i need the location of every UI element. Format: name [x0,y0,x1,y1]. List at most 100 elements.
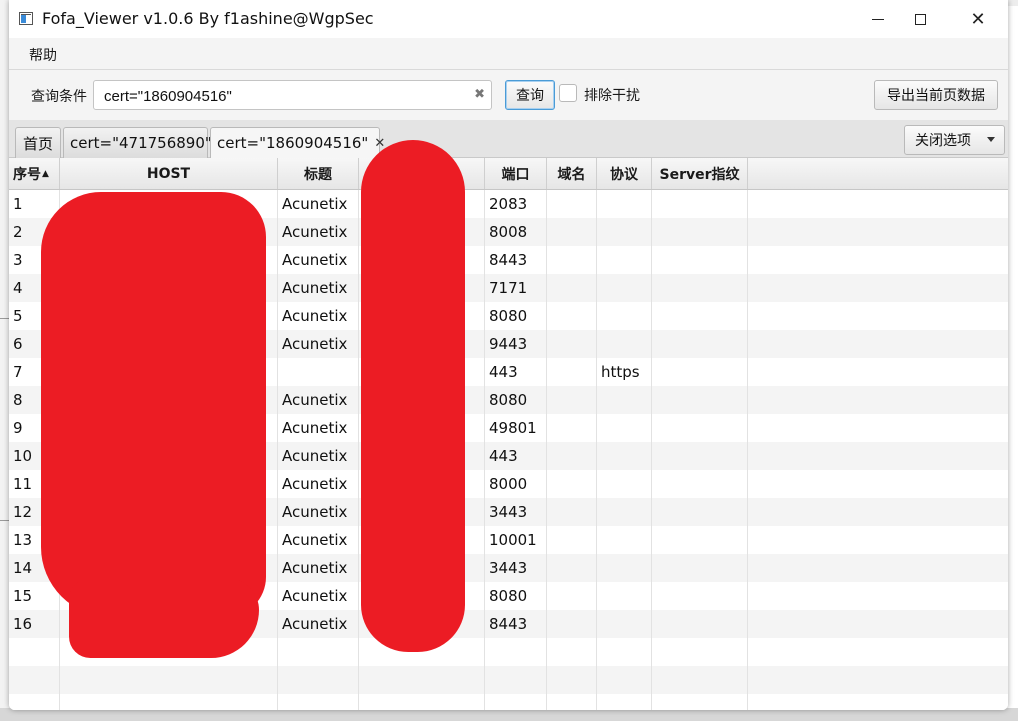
menu-bar: 帮助 [9,38,1008,70]
cell-protocol [597,694,652,710]
clear-icon[interactable]: ✖ [474,87,485,102]
column-header-domain[interactable]: 域名 [547,158,597,189]
cell-server [652,330,748,358]
column-header-server[interactable]: Server指纹 [652,158,748,189]
column-header-host[interactable]: HOST [60,158,278,189]
tab-cert-query[interactable]: cert="471756890" [63,127,212,158]
cell-protocol [597,582,652,610]
cell-protocol [597,554,652,582]
cell-port: 8080 [485,302,547,330]
cell-domain [547,526,597,554]
cell-server [652,694,748,710]
cell-title: Acunetix [278,470,359,498]
cell-server [652,246,748,274]
cell-port [485,638,547,666]
cell-port: 8000 [485,470,547,498]
tab-label: cert="1860904516" [217,134,369,152]
cell-protocol [597,190,652,218]
cell-domain [547,582,597,610]
cell-index [9,666,60,694]
cell-domain [547,302,597,330]
cell-port: 9443 [485,330,547,358]
cell-server [652,470,748,498]
cell-domain [547,274,597,302]
cell-server [652,386,748,414]
cell-title: Acunetix [278,330,359,358]
cell-index: 16 [9,610,60,638]
cell-title: Acunetix [278,190,359,218]
column-header-label: 序号 [13,166,41,183]
cell-title [278,666,359,694]
search-button[interactable]: 查询 [505,80,555,110]
cell-title [278,358,359,386]
column-header-protocol[interactable]: 协议 [597,158,652,189]
exclude-interference-checkbox[interactable] [559,84,577,102]
query-input[interactable] [102,85,466,107]
cell-server [652,442,748,470]
cell-ip [359,694,485,710]
close-options-label: 关闭选项 [915,133,971,149]
cell-port: 443 [485,442,547,470]
menu-help[interactable]: 帮助 [29,45,57,65]
cell-server [652,274,748,302]
cell-protocol [597,246,652,274]
close-icon: ✕ [970,8,986,30]
cell-domain [547,470,597,498]
cell-protocol [597,218,652,246]
cell-title: Acunetix [278,414,359,442]
cell-title: Acunetix [278,498,359,526]
window-title: Fofa_Viewer v1.0.6 By f1ashine@WgpSec [42,9,374,28]
redaction-mark-ip [361,140,465,652]
cell-port: 10001 [485,526,547,554]
tab-label: cert="471756890" [70,134,212,152]
cell-port [485,694,547,710]
cell-domain [547,554,597,582]
cell-domain [547,218,597,246]
cell-title: Acunetix [278,218,359,246]
cell-domain [547,190,597,218]
table-header: 序号▲ HOST 标题 IP 端口 域名 协议 Server指纹 [9,158,1008,190]
cell-domain [547,414,597,442]
cell-title: Acunetix [278,610,359,638]
tab-cert-query-active[interactable]: cert="1860904516" ✕ [210,127,385,158]
cell-port: 8080 [485,386,547,414]
column-header-port[interactable]: 端口 [485,158,547,189]
cell-domain [547,442,597,470]
column-header-index[interactable]: 序号 ▲ [9,158,60,189]
cell-protocol [597,638,652,666]
app-window: Fofa_Viewer v1.0.6 By f1ashine@WgpSec ✕ … [9,0,1008,710]
export-page-button[interactable]: 导出当前页数据 [874,80,998,110]
cell-title [278,638,359,666]
tab-home[interactable]: 首页 [15,127,61,158]
cell-domain [547,694,597,710]
cell-domain [547,610,597,638]
query-field[interactable]: ✖ [93,80,492,110]
chevron-down-icon [987,137,995,142]
exclude-interference-label[interactable]: 排除干扰 [584,85,640,105]
cell-server [652,414,748,442]
query-label: 查询条件 [31,89,87,105]
cell-domain [547,386,597,414]
maximize-icon [914,13,926,25]
column-header-title[interactable]: 标题 [278,158,359,189]
cell-title: Acunetix [278,554,359,582]
cell-port [485,666,547,694]
cell-domain [547,498,597,526]
cell-port: 443 [485,358,547,386]
cell-port: 8443 [485,610,547,638]
cell-domain [547,666,597,694]
close-options-dropdown[interactable]: 关闭选项 [904,125,1005,155]
redaction-mark-host [69,578,259,658]
table-row[interactable] [9,694,1008,710]
cell-title: Acunetix [278,274,359,302]
maximize-button[interactable] [891,0,949,38]
minimize-icon [872,18,884,20]
table-row[interactable] [9,666,1008,694]
cell-port: 2083 [485,190,547,218]
cell-protocol [597,330,652,358]
title-bar[interactable]: Fofa_Viewer v1.0.6 By f1ashine@WgpSec ✕ [9,0,1008,38]
cell-title: Acunetix [278,302,359,330]
close-window-button[interactable]: ✕ [949,0,1007,38]
cell-protocol [597,414,652,442]
cell-server [652,638,748,666]
